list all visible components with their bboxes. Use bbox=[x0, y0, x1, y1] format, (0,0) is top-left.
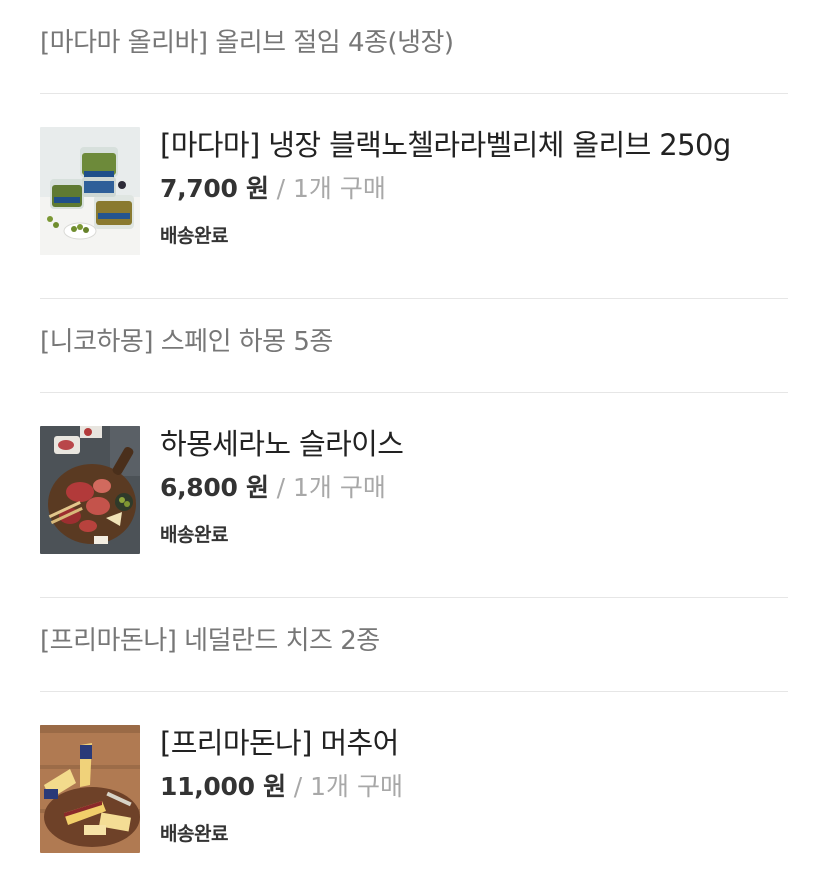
product-name[interactable]: [마다마] 냉장 블랙노첼라라벨리체 올리브 250g bbox=[160, 127, 731, 163]
purchase-quantity: 1개 구매 bbox=[293, 473, 386, 502]
cheese-board-photo[interactable] bbox=[40, 725, 140, 853]
order-item[interactable]: [마다마] 냉장 블랙노첼라라벨리체 올리브 250g 7,700 원 / 1개… bbox=[0, 94, 828, 298]
price-line: 7,700 원 / 1개 구매 bbox=[160, 173, 731, 205]
price-separator: / bbox=[293, 772, 303, 801]
price-separator: / bbox=[276, 174, 286, 203]
product-price: 7,700 원 bbox=[160, 174, 269, 203]
product-price: 11,000 원 bbox=[160, 772, 286, 801]
purchase-quantity: 1개 구매 bbox=[293, 174, 386, 203]
olive-jars-image bbox=[40, 127, 140, 255]
purchase-quantity: 1개 구매 bbox=[310, 772, 403, 801]
delivery-status: 배송완료 bbox=[160, 524, 228, 546]
item-info: [마다마] 냉장 블랙노첼라라벨리체 올리브 250g 7,700 원 / 1개… bbox=[160, 127, 731, 298]
order-item[interactable]: 하몽세라노 슬라이스 6,800 원 / 1개 구매 배송완료 bbox=[0, 393, 828, 597]
product-price: 6,800 원 bbox=[160, 473, 269, 502]
group-title[interactable]: [마다마 올리바] 올리브 절임 4종(냉장) bbox=[0, 0, 828, 93]
jamon-board-image bbox=[40, 426, 140, 554]
jamon-board-photo[interactable] bbox=[40, 426, 140, 554]
group-title[interactable]: [니코하몽] 스페인 하몽 5종 bbox=[0, 299, 828, 392]
cheese-board-image bbox=[40, 725, 140, 853]
order-item[interactable]: [프리마돈나] 머추어 11,000 원 / 1개 구매 배송완료 bbox=[0, 692, 828, 896]
price-line: 11,000 원 / 1개 구매 bbox=[160, 771, 403, 803]
product-name[interactable]: [프리마돈나] 머추어 bbox=[160, 725, 403, 761]
price-separator: / bbox=[276, 473, 286, 502]
delivery-status: 배송완료 bbox=[160, 225, 228, 247]
price-line: 6,800 원 / 1개 구매 bbox=[160, 472, 403, 504]
delivery-status: 배송완료 bbox=[160, 823, 228, 845]
product-name[interactable]: 하몽세라노 슬라이스 bbox=[160, 426, 404, 462]
order-items-list: [마다마 올리바] 올리브 절임 4종(냉장) [마다마] 냉장 블랙노첼라라벨… bbox=[0, 0, 828, 896]
group-title[interactable]: [프리마돈나] 네덜란드 치즈 2종 bbox=[0, 598, 828, 691]
olive-jars-photo[interactable] bbox=[40, 127, 140, 255]
item-info: [프리마돈나] 머추어 11,000 원 / 1개 구매 배송완료 bbox=[160, 725, 403, 896]
item-info: 하몽세라노 슬라이스 6,800 원 / 1개 구매 배송완료 bbox=[160, 426, 404, 597]
